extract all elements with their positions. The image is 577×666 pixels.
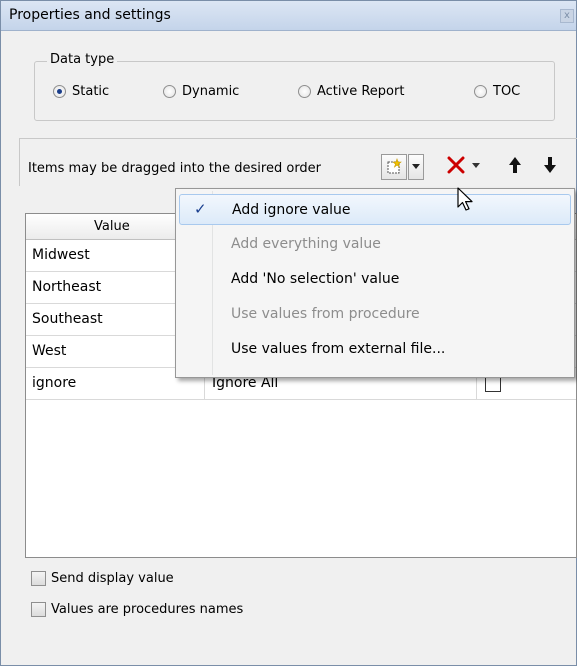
radio-toc-dot[interactable] <box>474 85 487 98</box>
send-display-value-option[interactable]: Send display value <box>31 571 174 586</box>
menu-item-add-ignore-value[interactable]: ✓ Add ignore value <box>179 194 571 225</box>
delete-icon[interactable] <box>447 156 465 174</box>
close-icon[interactable]: x <box>560 9 574 23</box>
radio-active-report-dot[interactable] <box>298 85 311 98</box>
values-are-procedures-label: Values are procedures names <box>51 602 244 617</box>
radio-static-label: Static <box>72 84 110 99</box>
add-value-menu: ✓ Add ignore value Add everything value … <box>175 188 575 378</box>
new-item-button[interactable] <box>381 154 407 180</box>
title-bar: Properties and settings x <box>1 1 576 31</box>
menu-item-use-values-from-procedure[interactable]: Use values from procedure <box>179 299 571 330</box>
column-header-value[interactable]: Value <box>94 219 130 234</box>
window-title: Properties and settings <box>9 7 171 23</box>
menu-item-use-values-from-external-file[interactable]: Use values from external file... <box>179 334 571 365</box>
send-display-value-checkbox[interactable] <box>31 571 46 586</box>
dropdown-arrow-icon <box>412 164 420 169</box>
row-selected-checkbox[interactable] <box>485 376 501 392</box>
menu-item-add-no-selection-value[interactable]: Add 'No selection' value <box>179 264 571 295</box>
radio-dynamic-label: Dynamic <box>182 84 240 99</box>
menu-item-label: Add 'No selection' value <box>231 271 400 287</box>
new-item-icon <box>387 158 402 174</box>
row-value: ignore <box>32 375 77 391</box>
delete-dropdown-icon[interactable] <box>472 163 480 169</box>
menu-item-label: Add ignore value <box>232 202 351 218</box>
values-are-procedures-checkbox[interactable] <box>31 602 46 617</box>
radio-static-dot[interactable] <box>53 85 66 98</box>
menu-item-label: Use values from procedure <box>231 306 420 322</box>
menu-item-label: Add everything value <box>231 236 381 252</box>
row-value: West <box>32 343 67 359</box>
properties-window: Properties and settings x Data type Stat… <box>0 0 577 666</box>
radio-dynamic[interactable]: Dynamic <box>163 84 239 99</box>
radio-active-report[interactable]: Active Report <box>298 84 404 99</box>
toolbar-label: Items may be dragged into the desired or… <box>28 161 322 176</box>
send-display-value-label: Send display value <box>51 571 174 586</box>
mouse-pointer-icon <box>457 187 473 211</box>
menu-item-label: Use values from external file... <box>231 341 446 357</box>
move-up-icon[interactable] <box>507 155 523 175</box>
row-value: Midwest <box>32 247 90 263</box>
radio-toc[interactable]: TOC <box>474 84 520 99</box>
row-value: Northeast <box>32 279 102 295</box>
radio-static[interactable]: Static <box>53 84 109 99</box>
data-type-group: Data type Static Dynamic Active Report T… <box>34 52 555 121</box>
data-type-legend: Data type <box>47 52 118 67</box>
radio-active-report-label: Active Report <box>317 84 405 99</box>
row-value: Southeast <box>32 311 103 327</box>
check-icon: ✓ <box>194 200 207 218</box>
values-are-procedures-option[interactable]: Values are procedures names <box>31 602 243 617</box>
new-item-dropdown[interactable] <box>408 154 424 180</box>
radio-dynamic-dot[interactable] <box>163 85 176 98</box>
move-down-icon[interactable] <box>542 155 558 175</box>
radio-toc-label: TOC <box>493 84 521 99</box>
menu-item-add-everything-value[interactable]: Add everything value <box>179 229 571 260</box>
